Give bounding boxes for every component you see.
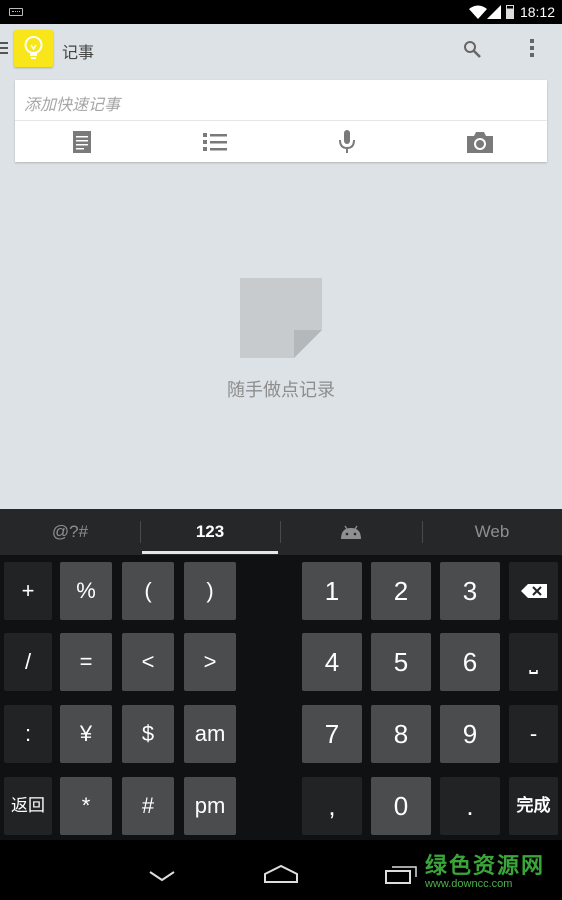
clock: 18:12 (519, 4, 555, 20)
key-percent[interactable]: % (60, 562, 112, 620)
key-5[interactable]: 5 (371, 633, 431, 691)
home-icon[interactable] (263, 864, 299, 884)
backspace-icon (520, 584, 547, 598)
key-space[interactable]: ⎵ (509, 633, 558, 691)
tab-symbols[interactable]: @?# (0, 509, 140, 555)
tab-numbers[interactable]: 123 (140, 509, 280, 555)
keep-app: 记事 添加快速记事 随手做点记录 (0, 24, 562, 509)
key-plus[interactable]: + (4, 562, 52, 620)
key-3[interactable]: 3 (440, 562, 500, 620)
divider (15, 120, 547, 121)
overflow-menu-icon[interactable] (529, 39, 535, 59)
key-dollar[interactable]: $ (122, 705, 174, 763)
tab-emoji[interactable] (281, 509, 421, 555)
keyboard: @?# 123 Web + % ( ) 1 2 3 / = < > 4 5 6 … (0, 509, 562, 840)
microphone-icon[interactable] (332, 128, 362, 156)
status-bar: 18:12 (0, 0, 562, 24)
key-minus[interactable]: - (509, 705, 558, 763)
tab-web[interactable]: Web (422, 509, 562, 555)
key-greater-than[interactable]: > (184, 633, 236, 691)
empty-state-text: 随手做点记录 (227, 380, 335, 400)
key-6[interactable]: 6 (440, 633, 500, 691)
drawer-menu-icon[interactable] (0, 42, 8, 54)
battery-icon (506, 5, 514, 19)
key-am[interactable]: am (184, 705, 236, 763)
keyboard-tabs: @?# 123 Web (0, 509, 562, 555)
key-comma[interactable]: , (302, 777, 362, 835)
app-logo[interactable] (14, 30, 53, 67)
key-4[interactable]: 4 (302, 633, 362, 691)
key-done[interactable]: 完成 (509, 777, 558, 835)
app-title: 记事 (62, 45, 95, 62)
key-0[interactable]: 0 (371, 777, 431, 835)
key-7[interactable]: 7 (302, 705, 362, 763)
key-backspace[interactable] (509, 562, 558, 620)
watermark: 绿色资源网 www.downcc.com (425, 848, 557, 892)
android-icon (341, 525, 361, 539)
key-less-than[interactable]: < (122, 633, 174, 691)
key-yen[interactable]: ¥ (60, 705, 112, 763)
lightbulb-icon (24, 36, 43, 59)
key-1[interactable]: 1 (302, 562, 362, 620)
active-tab-indicator (142, 551, 278, 554)
key-slash[interactable]: / (4, 633, 52, 691)
key-2[interactable]: 2 (371, 562, 431, 620)
key-pm[interactable]: pm (184, 777, 236, 835)
key-8[interactable]: 8 (371, 705, 431, 763)
signal-icon (487, 5, 501, 19)
key-left-paren[interactable]: ( (122, 562, 174, 620)
key-period[interactable]: . (440, 777, 500, 835)
watermark-text: 绿色资源网 (425, 854, 546, 879)
keyboard-icon (9, 8, 23, 16)
note-icon[interactable] (67, 128, 97, 156)
search-icon[interactable] (463, 40, 481, 58)
key-colon[interactable]: : (4, 705, 52, 763)
key-back[interactable]: 返回 (4, 777, 52, 835)
wifi-icon (469, 5, 487, 19)
key-9[interactable]: 9 (440, 705, 500, 763)
note-page-icon (240, 278, 322, 358)
hide-keyboard-icon[interactable] (148, 870, 176, 882)
key-equals[interactable]: = (60, 633, 112, 691)
key-asterisk[interactable]: * (60, 777, 112, 835)
quick-note-card: 添加快速记事 (15, 80, 547, 162)
key-hash[interactable]: # (122, 777, 174, 835)
action-bar: 记事 (0, 24, 562, 74)
camera-icon[interactable] (465, 128, 495, 156)
key-right-paren[interactable]: ) (184, 562, 236, 620)
list-icon[interactable] (200, 128, 230, 156)
recent-apps-icon[interactable] (385, 862, 419, 884)
quick-note-input[interactable]: 添加快速记事 (24, 91, 120, 115)
